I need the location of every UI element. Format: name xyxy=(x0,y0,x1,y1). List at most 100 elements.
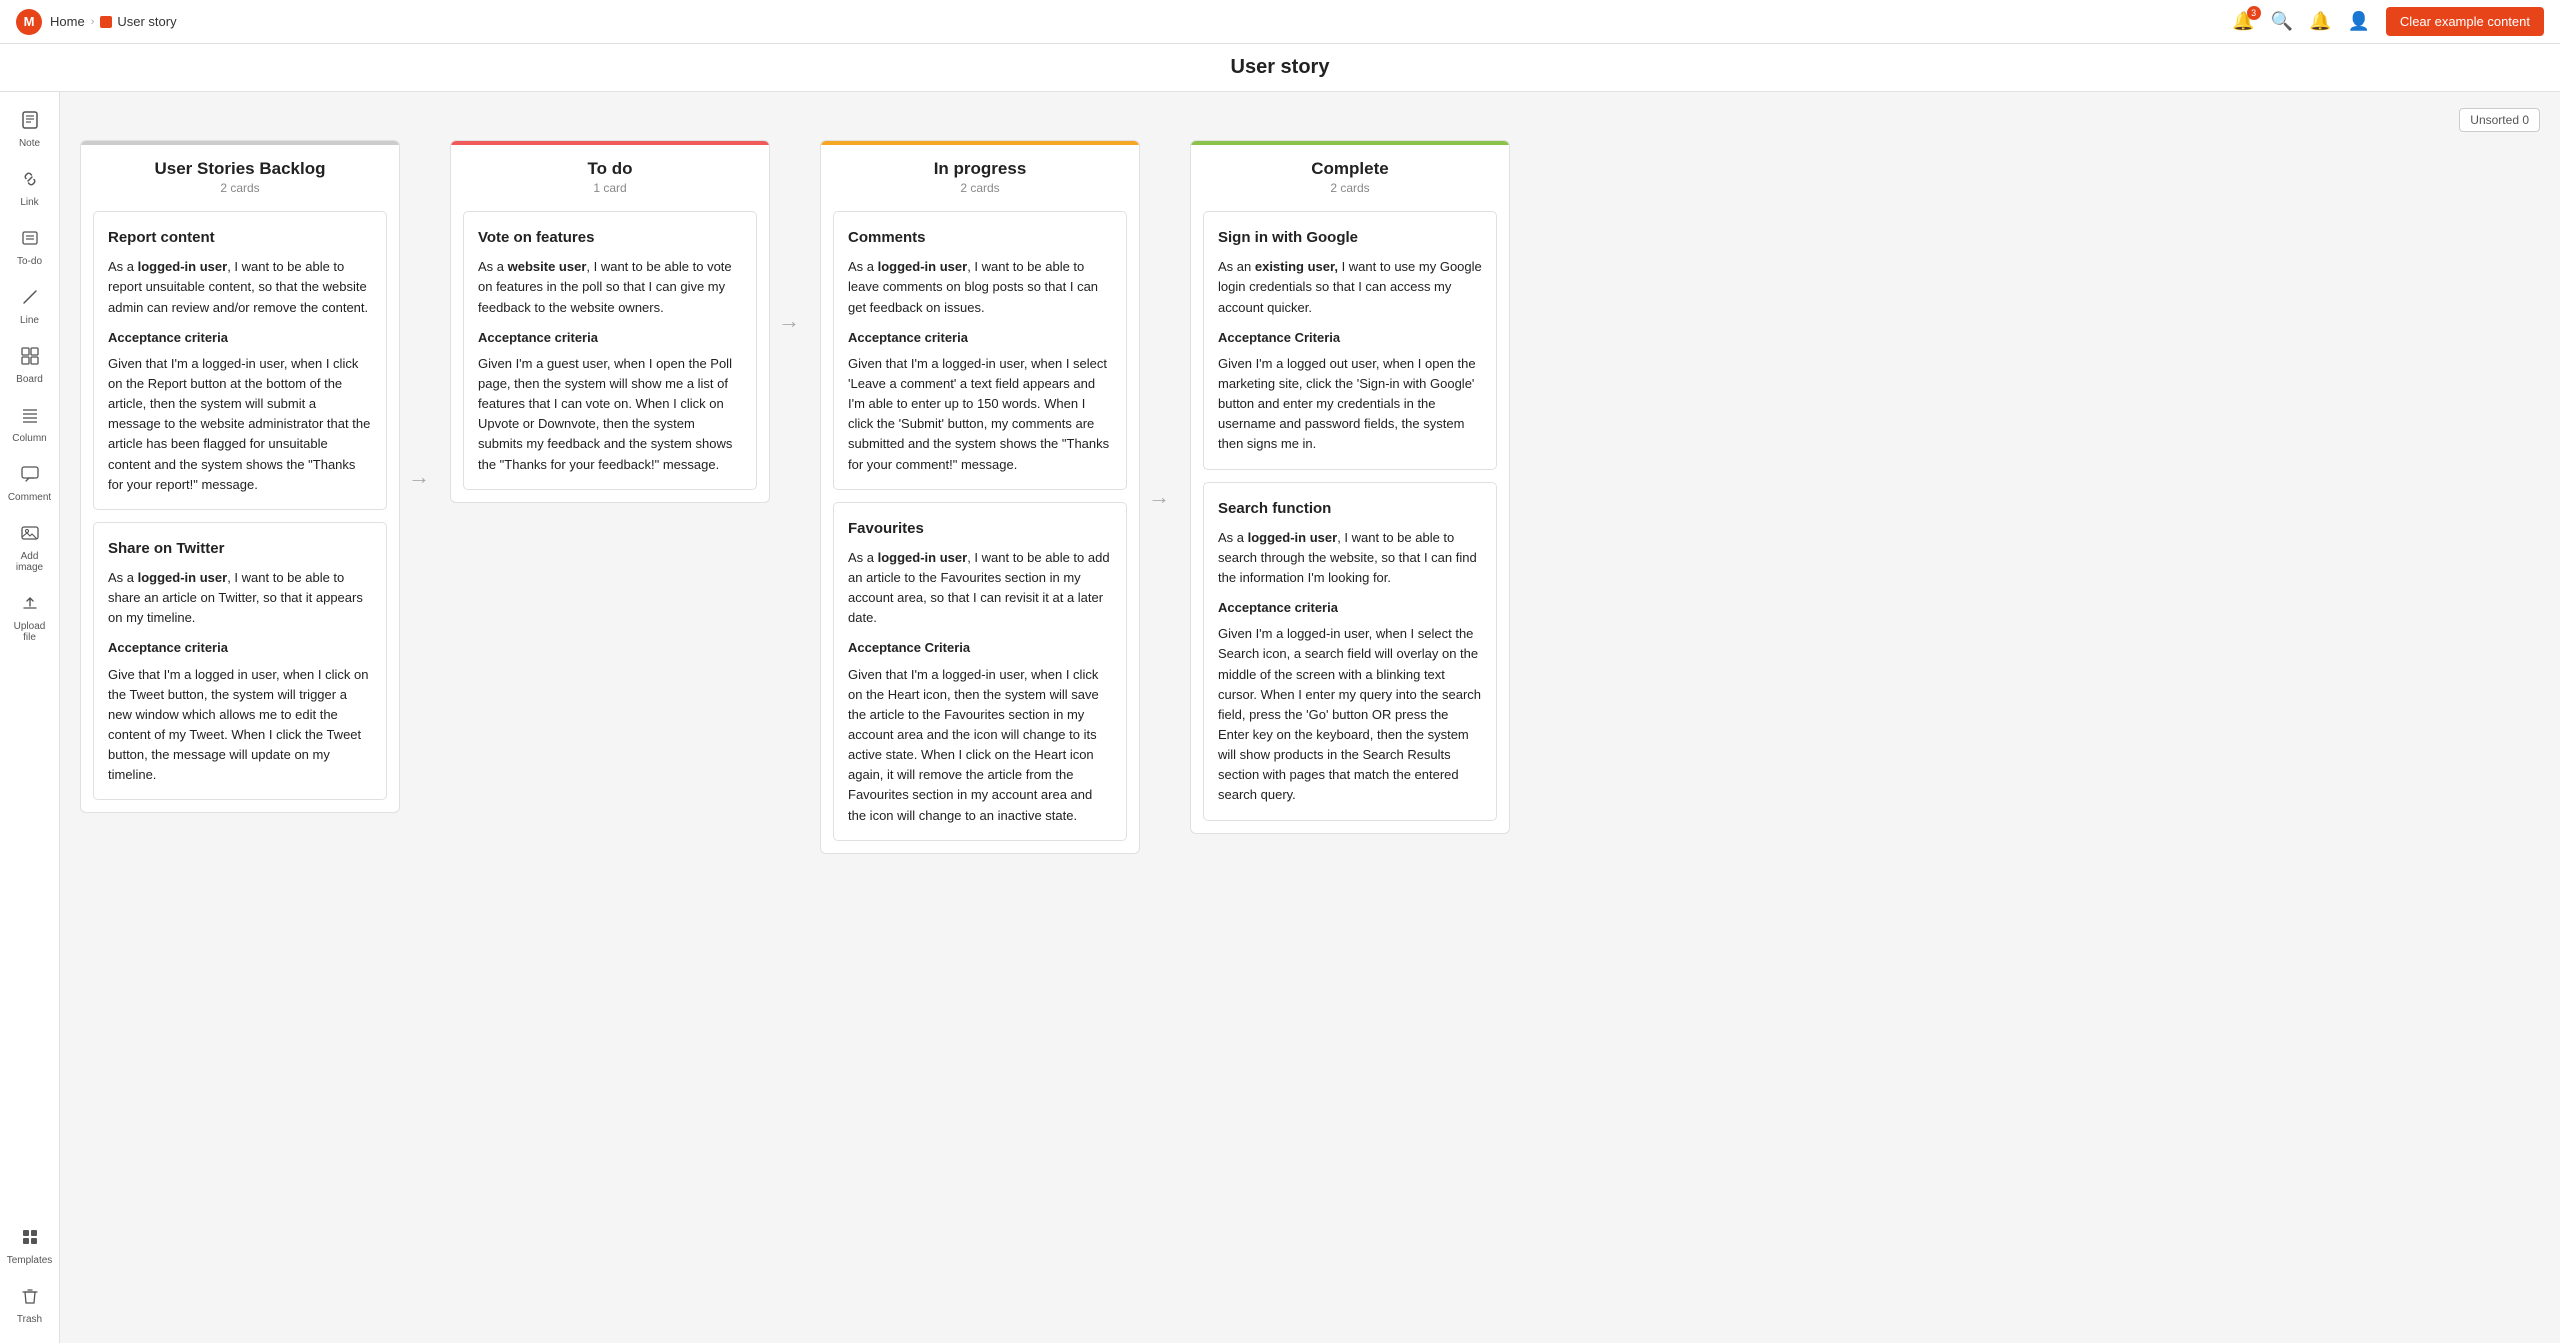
clear-example-button[interactable]: Clear example content xyxy=(2386,7,2544,36)
card-section-title-sign-in-google: Acceptance Criteria xyxy=(1218,328,1482,348)
sidebar-comment-label: Comment xyxy=(8,492,51,503)
breadcrumb-separator: › xyxy=(91,16,95,28)
column-wrapper-todo: To do 1 card Vote on featuresAs a website … xyxy=(450,140,800,503)
title-bar: User story xyxy=(0,44,2560,92)
sidebar-item-board[interactable]: Board xyxy=(4,338,56,393)
templates-icon xyxy=(20,1227,40,1252)
card-title-favourites: Favourites xyxy=(848,517,1112,540)
card-section-title-report-content: Acceptance criteria xyxy=(108,328,372,348)
app-logo[interactable]: M xyxy=(16,9,42,35)
search-icon[interactable]: 🔍 xyxy=(2271,11,2293,32)
card-section-body-share-twitter: Give that I'm a logged in user, when I c… xyxy=(108,665,372,786)
breadcrumb-current: User story xyxy=(100,14,176,29)
card-section-body-comments: Given that I'm a logged-in user, when I … xyxy=(848,354,1112,475)
breadcrumb: Home › User story xyxy=(50,14,177,29)
card-section-body-vote-features: Given I'm a guest user, when I open the … xyxy=(478,354,742,475)
line-icon xyxy=(20,287,40,312)
column-content-backlog: Report content As a logged-in user, I wan… xyxy=(81,203,399,812)
sidebar-todo-label: To-do xyxy=(17,256,42,267)
card-body-comments: As a logged-in user, I want to be able t… xyxy=(848,257,1112,317)
note-icon xyxy=(20,110,40,135)
upload-icon xyxy=(20,593,40,618)
sidebar-upload-label: Upload file xyxy=(10,621,50,643)
arrow-icon-1: → xyxy=(778,308,800,334)
column-count-in-progress: 2 cards xyxy=(837,181,1123,195)
column-title-complete: Complete xyxy=(1207,159,1493,179)
column-count-backlog: 2 cards xyxy=(97,181,383,195)
sidebar-item-todo[interactable]: To-do xyxy=(4,220,56,275)
sidebar-addimage-label: Add image xyxy=(10,551,50,573)
card-report-content[interactable]: Report content As a logged-in user, I wan… xyxy=(93,211,387,510)
main-layout: Note Link To-do Line Board xyxy=(0,92,2560,1343)
topbar-right: 🔔 3 🔍 🔔 👤 Clear example content xyxy=(2232,7,2544,36)
card-sign-in-google[interactable]: Sign in with Google As an existing user, … xyxy=(1203,211,1497,470)
card-body-search-function: As a logged-in user, I want to be able t… xyxy=(1218,528,1482,588)
card-body-sign-in-google: As an existing user, I want to use my Go… xyxy=(1218,257,1482,317)
column-content-in-progress: Comments As a logged-in user, I want to b… xyxy=(821,203,1139,853)
sidebar-item-line[interactable]: Line xyxy=(4,279,56,334)
card-body-report-content: As a logged-in user, I want to be able t… xyxy=(108,257,372,317)
card-section-title-search-function: Acceptance criteria xyxy=(1218,598,1482,618)
sidebar-board-label: Board xyxy=(16,374,43,385)
sidebar-item-comment[interactable]: Comment xyxy=(4,456,56,511)
board-header-row: Unsorted 0 xyxy=(80,108,2540,132)
column-header-todo: To do 1 card xyxy=(451,141,769,203)
card-body-share-twitter: As a logged-in user, I want to be able t… xyxy=(108,568,372,628)
card-section-title-vote-features: Acceptance criteria xyxy=(478,328,742,348)
card-title-report-content: Report content xyxy=(108,226,372,249)
board-area: Unsorted 0 User Stories Backlog 2 cards Re… xyxy=(60,92,2560,1343)
card-comments[interactable]: Comments As a logged-in user, I want to b… xyxy=(833,211,1127,490)
trash-icon xyxy=(20,1286,40,1311)
sidebar-item-link[interactable]: Link xyxy=(4,161,56,216)
card-title-vote-features: Vote on features xyxy=(478,226,742,249)
board-columns: User Stories Backlog 2 cards Report conten… xyxy=(80,140,2540,1303)
card-search-function[interactable]: Search functionAs a logged-in user, I wa… xyxy=(1203,482,1497,821)
column-wrapper-complete: Complete 2 cards Sign in with Google As an … xyxy=(1190,140,1510,834)
card-body-favourites: As a logged-in user, I want to be able t… xyxy=(848,548,1112,629)
card-title-share-twitter: Share on Twitter xyxy=(108,537,372,560)
column-content-complete: Sign in with Google As an existing user, … xyxy=(1191,203,1509,833)
column-in-progress: In progress2 cards Comments As a logged-in… xyxy=(820,140,1140,854)
column-header-complete: Complete 2 cards xyxy=(1191,141,1509,203)
bell-icon[interactable]: 🔔 xyxy=(2309,11,2331,32)
sidebar-item-templates[interactable]: Templates xyxy=(4,1219,56,1274)
card-title-comments: Comments xyxy=(848,226,1112,249)
breadcrumb-home[interactable]: Home xyxy=(50,14,85,29)
sidebar-item-add-image[interactable]: Add image xyxy=(4,515,56,581)
unsorted-button[interactable]: Unsorted 0 xyxy=(2459,108,2540,132)
todo-icon xyxy=(20,228,40,253)
link-icon xyxy=(20,169,40,194)
page-title: User story xyxy=(0,56,2560,79)
topbar-left: M Home › User story xyxy=(16,9,177,35)
card-section-body-search-function: Given I'm a logged-in user, when I selec… xyxy=(1218,624,1482,805)
column-header-in-progress: In progress2 cards xyxy=(821,141,1139,203)
card-favourites[interactable]: Favourites As a logged-in user, I want to… xyxy=(833,502,1127,841)
breadcrumb-page: User story xyxy=(117,14,176,29)
sidebar-item-column[interactable]: Column xyxy=(4,397,56,452)
column-content-todo: Vote on featuresAs a website user, I wan… xyxy=(451,203,769,502)
notification-badge: 3 xyxy=(2247,6,2261,20)
card-share-twitter[interactable]: Share on Twitter As a logged-in user, I w… xyxy=(93,522,387,801)
sidebar-item-upload[interactable]: Upload file xyxy=(4,585,56,651)
column-count-todo: 1 card xyxy=(467,181,753,195)
column-title-todo: To do xyxy=(467,159,753,179)
card-vote-features[interactable]: Vote on featuresAs a website user, I wan… xyxy=(463,211,757,490)
sidebar-line-label: Line xyxy=(20,315,39,326)
column-count-complete: 2 cards xyxy=(1207,181,1493,195)
notifications-icon[interactable]: 🔔 3 xyxy=(2232,11,2254,32)
sidebar: Note Link To-do Line Board xyxy=(0,92,60,1343)
column-title-backlog: User Stories Backlog xyxy=(97,159,383,179)
sidebar-link-label: Link xyxy=(20,197,38,208)
sidebar-note-label: Note xyxy=(19,138,40,149)
user-icon[interactable]: 👤 xyxy=(2348,11,2370,32)
sidebar-item-note[interactable]: Note xyxy=(4,102,56,157)
breadcrumb-dot-icon xyxy=(100,16,112,28)
card-section-title-comments: Acceptance criteria xyxy=(848,328,1112,348)
card-title-sign-in-google: Sign in with Google xyxy=(1218,226,1482,249)
card-section-title-share-twitter: Acceptance criteria xyxy=(108,638,372,658)
column-wrapper-backlog: User Stories Backlog 2 cards Report conten… xyxy=(80,140,430,813)
sidebar-item-trash[interactable]: Trash xyxy=(4,1278,56,1333)
card-section-body-favourites: Given that I'm a logged-in user, when I … xyxy=(848,665,1112,826)
board-icon xyxy=(20,346,40,371)
column-wrapper-in-progress: In progress2 cards Comments As a logged-in… xyxy=(820,140,1170,854)
